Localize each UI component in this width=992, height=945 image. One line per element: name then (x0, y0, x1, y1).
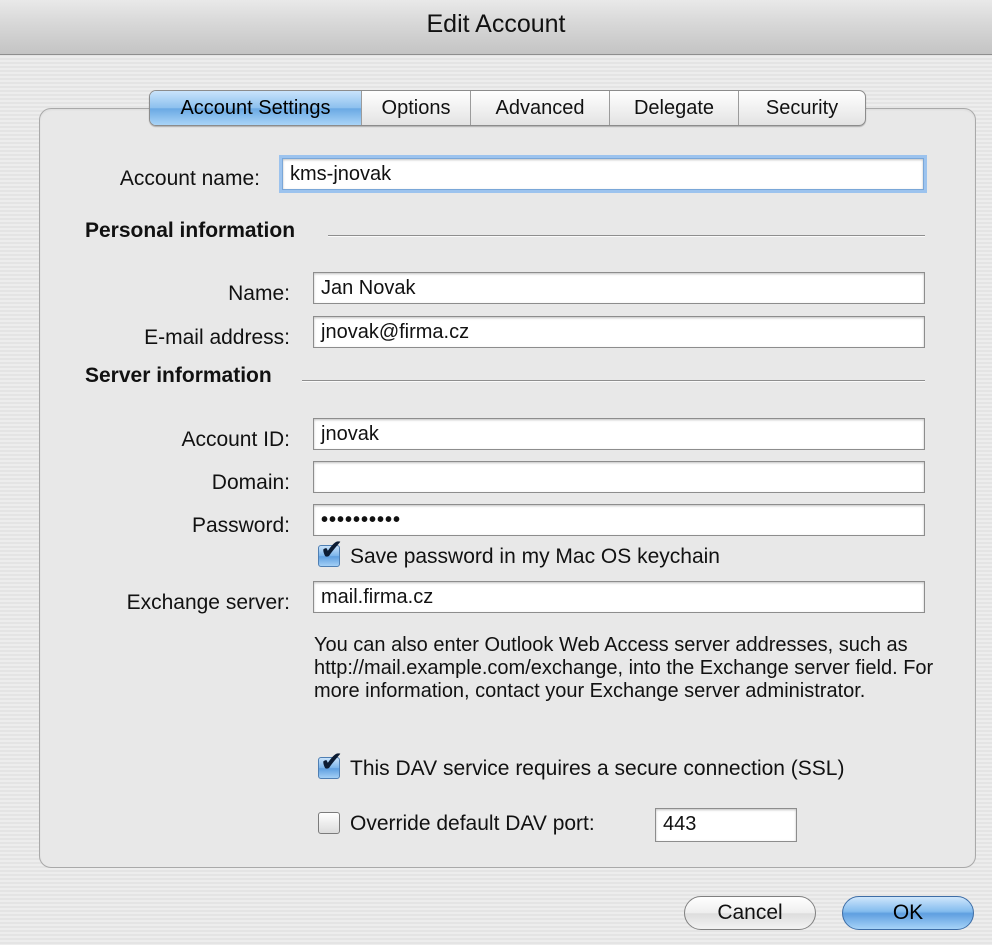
exchange-server-field[interactable]: mail.firma.cz (313, 581, 925, 613)
account-name-label: Account name: (119, 167, 260, 190)
account-id-label: Account ID: (181, 428, 290, 451)
tab-security[interactable]: Security (739, 91, 865, 125)
personal-information-divider (328, 235, 925, 237)
edit-account-window: Edit Account Account Settings Options Ad… (0, 0, 992, 945)
tab-bar: Account Settings Options Advanced Delega… (149, 90, 866, 126)
checkmark-icon: ✔ (320, 534, 344, 565)
account-name-field[interactable]: kms-jnovak (282, 158, 924, 190)
override-port-label[interactable]: Override default DAV port: (350, 812, 595, 836)
name-field[interactable]: Jan Novak (313, 272, 925, 304)
domain-label: Domain: (211, 471, 290, 494)
tab-advanced[interactable]: Advanced (471, 91, 610, 125)
save-password-label[interactable]: Save password in my Mac OS keychain (350, 545, 720, 569)
password-field[interactable]: •••••••••• (313, 504, 925, 536)
ssl-checkbox[interactable]: ✔ (318, 748, 343, 779)
exchange-server-label: Exchange server: (126, 591, 290, 614)
window-title: Edit Account (426, 10, 566, 38)
title-bar[interactable]: Edit Account (0, 0, 992, 55)
tab-options[interactable]: Options (362, 91, 471, 125)
server-information-divider (302, 380, 925, 382)
ssl-label[interactable]: This DAV service requires a secure conne… (350, 757, 844, 781)
name-label: Name: (228, 282, 290, 305)
save-password-checkbox[interactable]: ✔ (318, 536, 343, 567)
domain-field[interactable] (313, 461, 925, 493)
personal-information-heading: Personal information (85, 219, 296, 242)
server-information-heading: Server information (85, 364, 272, 387)
override-port-checkbox[interactable] (318, 812, 340, 834)
account-id-field[interactable]: jnovak (313, 418, 925, 450)
tab-delegate[interactable]: Delegate (610, 91, 739, 125)
cancel-button[interactable]: Cancel (684, 896, 816, 930)
email-label: E-mail address: (144, 326, 290, 349)
tab-account-settings[interactable]: Account Settings (150, 91, 362, 125)
exchange-help-text: You can also enter Outlook Web Access se… (314, 634, 934, 702)
password-label: Password: (191, 514, 290, 537)
email-field[interactable]: jnovak@firma.cz (313, 316, 925, 348)
checkmark-icon: ✔ (320, 746, 344, 777)
dav-port-field[interactable]: 443 (655, 808, 797, 842)
ok-button[interactable]: OK (842, 896, 974, 930)
